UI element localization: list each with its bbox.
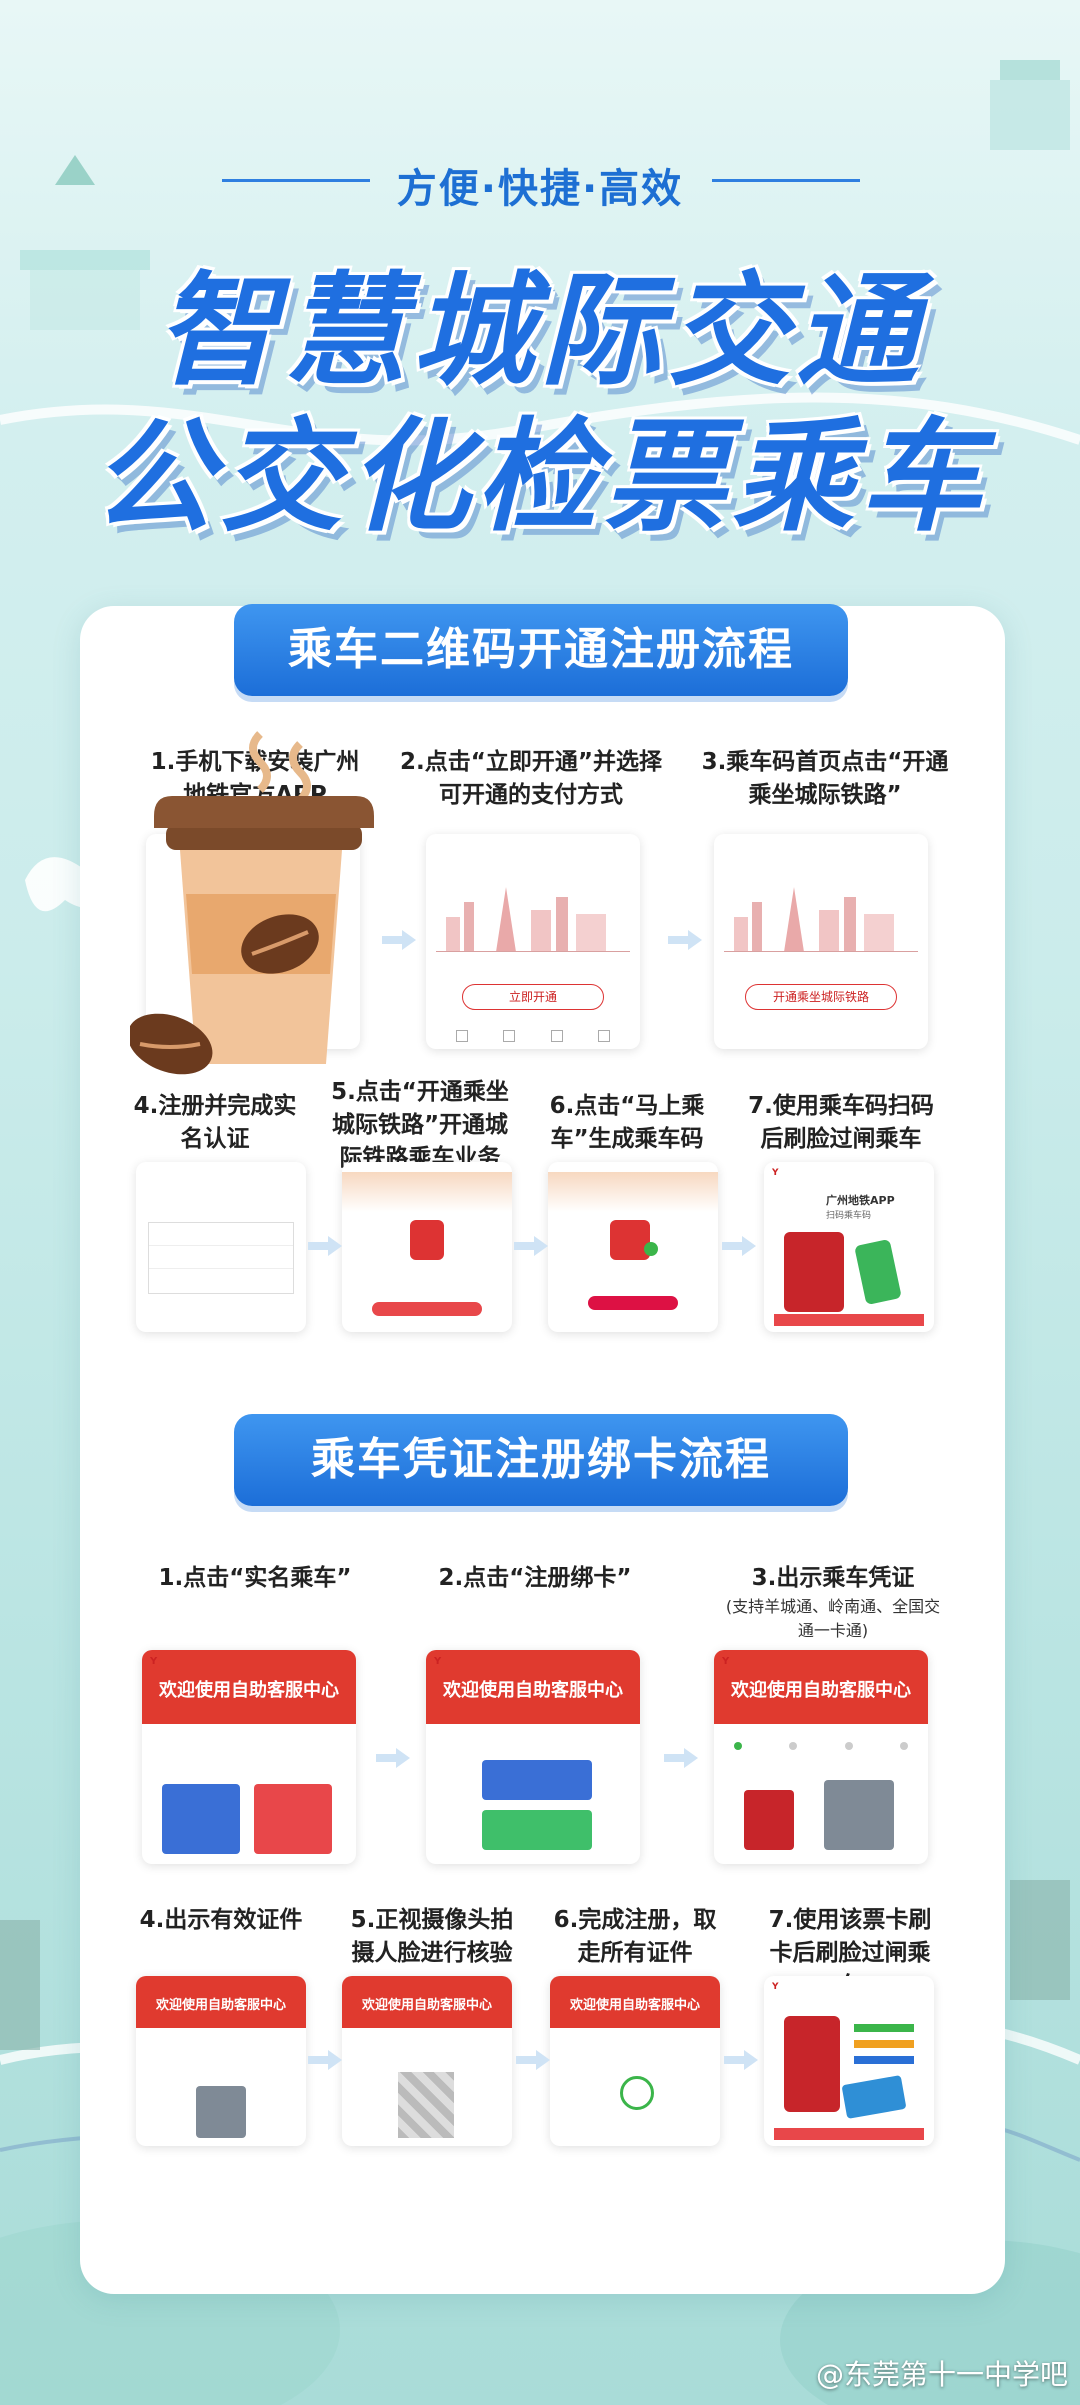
- kiosk-header: 欢迎使用自助客服中心: [426, 1650, 640, 1724]
- card-type-1: [854, 2024, 914, 2032]
- id-scanner-icon: [196, 2086, 246, 2138]
- s1-step2-label: 2.点击“立即开通”并选择可开通的支付方式: [400, 749, 662, 808]
- s1-step2-card: 立即开通: [426, 834, 640, 1049]
- s2-step4-card: 欢迎使用自助客服中心: [136, 1976, 306, 2146]
- content-panel: 乘车二维码开通注册流程 1.手机下载安装广州地铁官方APP 2.点击“立即开通”…: [80, 604, 1005, 2294]
- s2-step1-card: 欢迎使用自助客服中心 Y: [142, 1650, 356, 1864]
- s1-step7-card: Y 广州地铁APP 扫码乘车码: [764, 1162, 934, 1332]
- arrow-right-icon: [514, 1236, 548, 1256]
- s1-step3-label: 3.乘车码首页点击“开通乘坐城际铁路”: [701, 749, 949, 808]
- s1-step6-label: 6.点击“马上乘车”生成乘车码: [549, 1093, 705, 1152]
- app-name-label: 广州地铁APP: [826, 1194, 895, 1207]
- register-card-option[interactable]: [482, 1760, 592, 1800]
- kiosk-title: 欢迎使用自助客服中心: [569, 1998, 700, 2013]
- kiosk-title: 欢迎使用自助客服中心: [159, 1680, 339, 1701]
- s2-step3-label: 3.出示乘车凭证 (支持羊城通、岭南通、全国交通一卡通): [718, 1562, 948, 1643]
- arrow-right-icon: [308, 1236, 342, 1256]
- s2-step6-label: 6.完成注册，取走所有证件: [553, 1907, 717, 1966]
- face-photo-blurred: [398, 2072, 454, 2138]
- check-icon: [644, 1242, 658, 1256]
- red-bar: [774, 2128, 924, 2140]
- tagline-row: 方便·快捷·高效: [0, 150, 1080, 212]
- s1-step4-card: [136, 1162, 306, 1332]
- s2-step3-card: 欢迎使用自助客服中心 Y: [714, 1650, 928, 1864]
- gd-logo: Y: [150, 1656, 158, 1667]
- kiosk-header: 欢迎使用自助客服中心: [550, 1976, 720, 2028]
- s2-step1-label: 1.点击“实名乘车”: [158, 1565, 352, 1591]
- form-box: [148, 1222, 294, 1294]
- s2-step6-card: 欢迎使用自助客服中心: [550, 1976, 720, 2146]
- coffee-cup-sticker: [130, 731, 374, 1075]
- arrow-right-icon: [668, 930, 702, 950]
- arrow-right-icon: [664, 1748, 698, 1768]
- s2-step2-label: 2.点击“注册绑卡”: [438, 1565, 632, 1591]
- section1-title: 乘车二维码开通注册流程: [234, 604, 848, 696]
- s2-step2-card: 欢迎使用自助客服中心 Y: [426, 1650, 640, 1864]
- s1-step7-label: 7.使用乘车码扫码后刷脸过闸乘车: [748, 1093, 934, 1152]
- city-skyline-icon: [724, 887, 918, 952]
- s2-step3-note: (支持羊城通、岭南通、全国交通一卡通): [725, 1597, 941, 1640]
- card-type-2: [854, 2040, 914, 2048]
- s2-step5-card: 欢迎使用自助客服中心: [342, 1976, 512, 2146]
- other-option[interactable]: [254, 1784, 332, 1854]
- section2-title: 乘车凭证注册绑卡流程: [234, 1414, 848, 1506]
- city-skyline-icon: [436, 887, 630, 952]
- s2-step3-title: 3.出示乘车凭证: [751, 1565, 915, 1591]
- gd-logo: Y: [772, 1982, 779, 1992]
- kiosk-title: 欢迎使用自助客服中心: [443, 1680, 623, 1701]
- arrow-right-icon: [308, 2050, 342, 2070]
- arrow-right-icon: [376, 1748, 410, 1768]
- arrow-right-icon: [722, 1236, 756, 1256]
- s2-step7-card: Y: [764, 1976, 934, 2146]
- red-bar: [774, 1314, 924, 1326]
- s2-step4-label: 4.出示有效证件: [139, 1907, 303, 1933]
- gd-logo: Y: [434, 1656, 442, 1667]
- card-type-3: [854, 2056, 914, 2064]
- kiosk-header: 欢迎使用自助客服中心: [342, 1976, 512, 2028]
- card-reader-icon: [744, 1790, 794, 1850]
- arrow-right-icon: [724, 2050, 758, 2070]
- page-title-line2: 公交化检票乘车: [92, 406, 988, 548]
- open-intercity-button[interactable]: 开通乘坐城际铁路: [745, 984, 897, 1010]
- gate-machine-icon: [784, 1232, 844, 1312]
- other-green-option[interactable]: [482, 1810, 592, 1850]
- skyline-band: [548, 1172, 718, 1212]
- s1-step5-card: [342, 1162, 512, 1332]
- s1-step6-card: [548, 1162, 718, 1332]
- ride-now-button[interactable]: [588, 1296, 678, 1310]
- phone-icon: [854, 1238, 902, 1306]
- train-icon: [410, 1220, 444, 1260]
- watermark: @东莞第十一中学吧: [815, 2358, 1068, 2391]
- red-button[interactable]: [372, 1302, 482, 1316]
- gd-logo: Y: [772, 1168, 779, 1178]
- kiosk-title: 欢迎使用自助客服中心: [731, 1680, 911, 1701]
- s1-step5-label: 5.点击“开通乘坐城际铁路”开通城际铁路乘车业务: [331, 1079, 509, 1171]
- kiosk-title: 欢迎使用自助客服中心: [361, 1998, 492, 2013]
- transit-card-icon: [841, 2075, 907, 2119]
- progress-dots: [734, 1742, 908, 1750]
- gd-logo: Y: [722, 1656, 730, 1667]
- tab-icons: [456, 1030, 610, 1042]
- s1-step4-label: 4.注册并完成实名认证: [133, 1093, 297, 1152]
- train-icon: [610, 1220, 650, 1260]
- success-check-icon: [620, 2076, 654, 2110]
- app-sub-label: 扫码乘车码: [826, 1211, 872, 1221]
- kiosk-header: 欢迎使用自助客服中心: [714, 1650, 928, 1724]
- s1-step3-card: 开通乘坐城际铁路: [714, 834, 928, 1049]
- skyline-band: [342, 1172, 512, 1212]
- real-name-option[interactable]: [162, 1784, 240, 1854]
- kiosk-header: 欢迎使用自助客服中心: [142, 1650, 356, 1724]
- kiosk-machine-icon: [824, 1780, 894, 1850]
- kiosk-header: 欢迎使用自助客服中心: [136, 1976, 306, 2028]
- gate-machine-icon: [784, 2016, 840, 2112]
- open-now-button[interactable]: 立即开通: [462, 984, 604, 1010]
- arrow-right-icon: [516, 2050, 550, 2070]
- s2-step5-label: 5.正视摄像头拍摄人脸进行核验: [350, 1907, 514, 1966]
- kiosk-title: 欢迎使用自助客服中心: [155, 1998, 286, 2013]
- tagline: 方便·快捷·高效: [396, 166, 684, 212]
